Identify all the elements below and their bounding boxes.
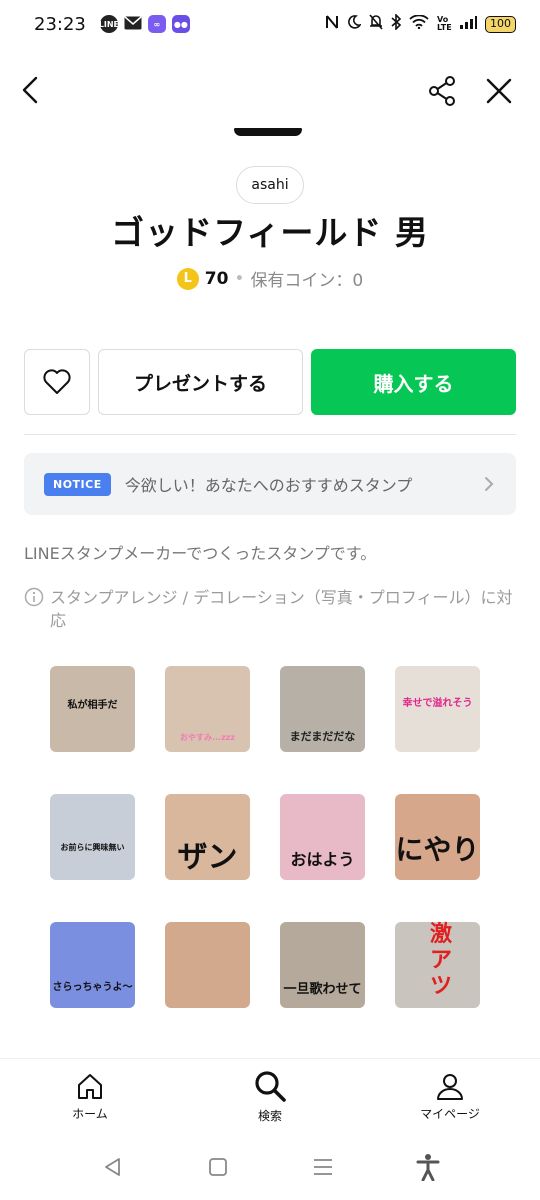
arrange-note-text: スタンプアレンジ / デコレーション（写真・プロフィール）に対応 [50,588,513,630]
sticker-caption: お前らに興味無い [60,843,125,852]
sticker-item[interactable]: にやり [385,788,490,888]
status-bar: 23:23 LINE ∞ ●● Vo LTE 100 [0,0,540,48]
tab-home[interactable]: ホーム [0,1059,180,1134]
system-recents-button[interactable] [305,1149,341,1185]
sticker-caption: 幸せで溢れそう [402,698,473,709]
price-separator: • [234,268,245,289]
sticker-item[interactable] [155,916,260,1016]
app-notification-icon-2: ●● [171,15,190,33]
chevron-right-icon [485,477,494,491]
search-icon [255,1071,286,1102]
sticker-image [50,922,135,1008]
signal-icon [459,15,477,33]
sticker-caption: にやり [395,833,480,866]
wifi-icon [409,14,429,33]
tab-search-label: 検索 [257,1109,282,1123]
sticker-image [395,666,480,752]
page-title: ゴッドフィールド 男 [111,213,429,252]
bottom-navigation: ホーム 検索 マイページ [0,1058,540,1134]
sticker-item[interactable]: 幸せで溢れそう [385,660,490,760]
notice-banner[interactable]: NOTICE 今欲しい！あなたへのおすすめスタンプ [24,453,516,515]
line-notification-icon: LINE [99,15,119,33]
favorite-button[interactable] [24,349,90,415]
accessibility-button[interactable] [410,1149,446,1185]
chevron-left-icon [22,76,38,104]
sticker-caption: ザン [177,840,238,875]
sticker-item[interactable]: さらっちゃうよ〜 [40,916,145,1016]
sticker-caption: 激アツ [429,922,452,999]
bluetooth-icon [391,13,402,34]
creator-chip[interactable]: asahi [236,166,304,204]
tab-search[interactable]: 検索 [180,1059,360,1134]
divider [24,434,516,435]
price-value: 70 [204,268,229,289]
arrange-note: スタンプアレンジ / デコレーション（写真・プロフィール）に対応 [24,586,524,632]
price-row: L 70 • 保有コイン：0 [0,266,540,291]
volte-label: Vo LTE [437,15,452,32]
sticker-caption: まだまだだな [289,730,356,743]
notice-text: 今欲しい！あなたへのおすすめスタンプ [124,476,413,495]
back-button[interactable] [14,70,50,110]
square-home-icon [208,1158,227,1176]
sticker-item[interactable]: まだまだだな [270,660,375,760]
nfc-icon [325,14,339,34]
sticker-caption: 一旦歌わせて [283,982,362,997]
tab-mypage[interactable]: マイページ [360,1059,540,1134]
triangle-back-icon [104,1158,120,1176]
sticker-item[interactable]: 激アツ [385,916,490,1016]
heart-icon [43,369,71,394]
mute-bell-icon [369,14,383,34]
battery-indicator: 100 [485,15,516,33]
system-back-button[interactable] [95,1149,131,1185]
line-coin-icon: L [176,267,199,290]
sticker-caption: 私が相手だ [67,700,118,711]
moon-icon [347,15,362,33]
owned-coins: 保有コイン：0 [250,271,364,291]
tab-home-label: ホーム [72,1107,108,1121]
sticker-caption: おはよう [290,850,355,869]
present-button[interactable]: プレゼントする [98,349,303,415]
mail-icon [124,15,142,34]
action-buttons: プレゼントする 購入する [24,349,516,415]
sticker-item[interactable]: お前らに興味無い [40,788,145,888]
system-navigation [0,1134,540,1200]
sticker-item[interactable]: おはよう [270,788,375,888]
sticker-image [50,794,135,880]
notice-badge: NOTICE [44,472,111,496]
tab-mypage-label: マイページ [420,1107,480,1121]
info-icon [24,587,44,607]
sticker-item[interactable]: ザン [155,788,260,888]
sticker-item[interactable]: 一旦歌わせて [270,916,375,1016]
share-button[interactable] [424,72,462,110]
close-button[interactable] [480,72,518,110]
app-notification-icon: ∞ [147,15,166,33]
sticker-cover-image [234,128,302,136]
system-home-button[interactable] [200,1149,236,1185]
sticker-grid: 私が相手だおやすみ...zzz まだまだだな 幸せで溢れそうお前らに興味無い ザン おは… [40,660,500,1040]
accessibility-icon [416,1154,439,1181]
sticker-description: LINEスタンプメーカーでつくったスタンプです。 [24,544,377,563]
sticker-image [165,922,250,1008]
home-icon [78,1074,102,1099]
person-icon [437,1074,463,1100]
sticker-item[interactable]: おやすみ...zzz [155,660,260,760]
buy-button[interactable]: 購入する [311,349,516,415]
top-navigation [0,60,540,120]
status-time: 23:23 [34,13,86,35]
sticker-caption: おやすみ...zzz [179,733,236,742]
menu-lines-icon [313,1159,332,1175]
share-icon [429,76,455,106]
close-icon [486,78,512,104]
sticker-caption: さらっちゃうよ〜 [52,982,133,993]
sticker-item[interactable]: 私が相手だ [40,660,145,760]
